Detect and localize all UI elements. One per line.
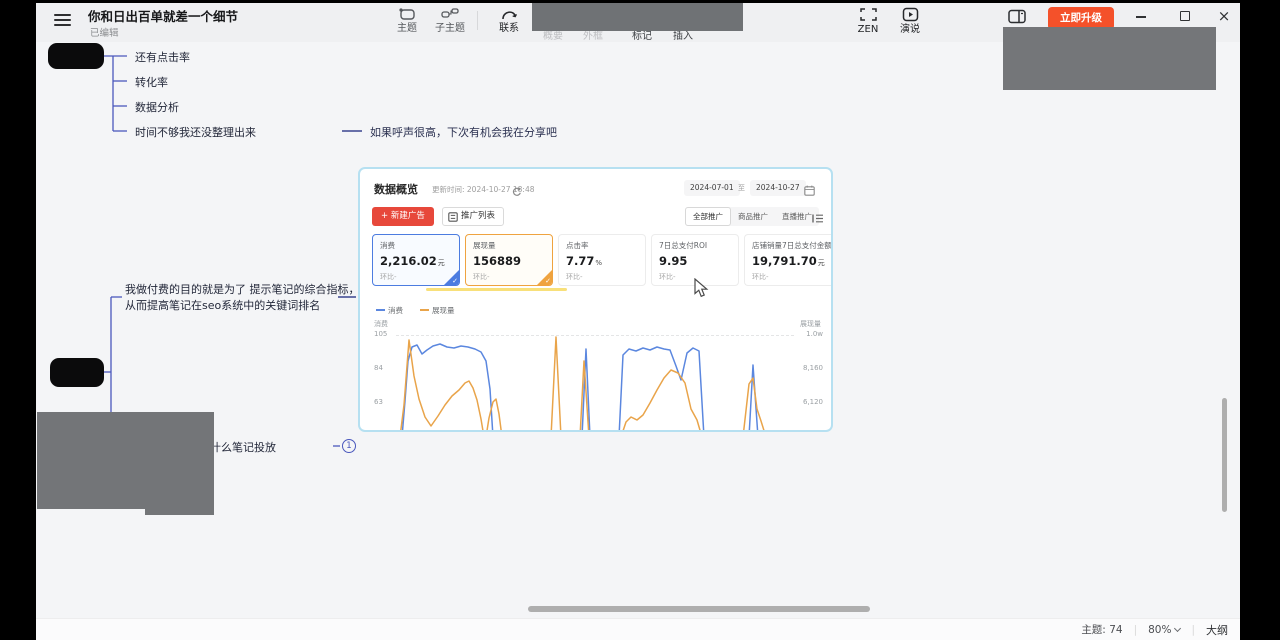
partially-hidden-branch[interactable]: 什么笔记投放 [210, 439, 276, 455]
embedded-dashboard-image[interactable]: 数据概览 更新时间: 2024-10-27 18:48 2024-07-01 至… [358, 167, 833, 432]
branch-no-time[interactable]: 时间不够我还没整理出来 [135, 124, 256, 140]
redacted-topic-node-1[interactable] [48, 43, 104, 69]
status-divider: | [1191, 624, 1195, 636]
minimize-icon[interactable] [1132, 8, 1150, 26]
present-play-icon [888, 7, 932, 22]
relation-icon [487, 7, 531, 21]
toolbar-relation-button[interactable]: 联系 [487, 7, 531, 34]
toolbar-divider [477, 11, 478, 30]
edit-status: 已编辑 [90, 25, 119, 39]
branch-conversion-rate[interactable]: 转化率 [135, 74, 168, 90]
chevron-down-icon [1174, 624, 1181, 631]
close-icon[interactable]: × [1215, 8, 1233, 26]
topic-icon [385, 7, 429, 21]
topic-count: 主题: 74 [1081, 622, 1122, 637]
zen-icon [846, 7, 890, 22]
letterbox-top [0, 0, 1280, 3]
redaction-block-canvas [37, 412, 214, 509]
document-title: 你和日出百单就差一个细节 [88, 6, 238, 25]
purpose-note[interactable]: 我做付费的目的就是为了 提示笔记的综合指标， 从而提高笔记在seo系统中的关键词… [125, 282, 360, 314]
zen-label: ZEN [846, 24, 890, 35]
status-divider: | [1134, 624, 1138, 636]
zoom-control[interactable]: 80% [1148, 624, 1180, 636]
toolbar-subtopic-label: 子主题 [428, 23, 472, 34]
check-icon: ✓ [452, 277, 458, 285]
redaction-block-top-right [1003, 27, 1216, 90]
redacted-topic-node-2[interactable] [50, 358, 104, 387]
collapsed-children-badge[interactable]: 1 [342, 439, 356, 453]
zen-mode-button[interactable]: ZEN [846, 7, 890, 35]
app-window: 你和日出百单就差一个细节 已编辑 主题 子主题 联系 概要 外框 标记 插入 Z… [36, 0, 1240, 640]
check-icon: ✓ [545, 277, 551, 285]
status-bar: 主题: 74 | 80% | 大纲 [36, 618, 1240, 640]
present-label: 演说 [888, 24, 932, 35]
subtopic-icon [428, 7, 472, 21]
outline-button[interactable]: 大纲 [1206, 622, 1228, 638]
menu-icon[interactable] [54, 14, 71, 27]
toolbar-topic-button[interactable]: 主题 [385, 7, 429, 34]
branch-click-rate[interactable]: 还有点击率 [135, 49, 190, 65]
redaction-block-toolbar [532, 0, 743, 31]
toolbar-topic-label: 主题 [385, 23, 429, 34]
purpose-line-1: 我做付费的目的就是为了 提示笔记的综合指标， [125, 283, 360, 296]
letterbox-right [1240, 0, 1280, 640]
trend-line-chart [360, 169, 833, 432]
horizontal-scrollbar[interactable] [528, 606, 870, 612]
zoom-value: 80% [1148, 624, 1171, 636]
relation-note[interactable]: 如果呼声很高，下次有机会我在分享吧 [370, 124, 557, 140]
vertical-scrollbar[interactable] [1222, 398, 1227, 512]
present-button[interactable]: 演说 [888, 7, 932, 35]
redaction-block-canvas-tab [145, 509, 214, 515]
maximize-icon[interactable] [1176, 8, 1194, 26]
side-panel-icon[interactable] [1008, 9, 1026, 28]
toolbar-subtopic-button[interactable]: 子主题 [428, 7, 472, 34]
branch-data-analysis[interactable]: 数据分析 [135, 99, 179, 115]
toolbar-relation-label: 联系 [487, 23, 531, 34]
purpose-line-2: 从而提高笔记在seo系统中的关键词排名 [125, 299, 320, 312]
letterbox-left [0, 0, 36, 640]
